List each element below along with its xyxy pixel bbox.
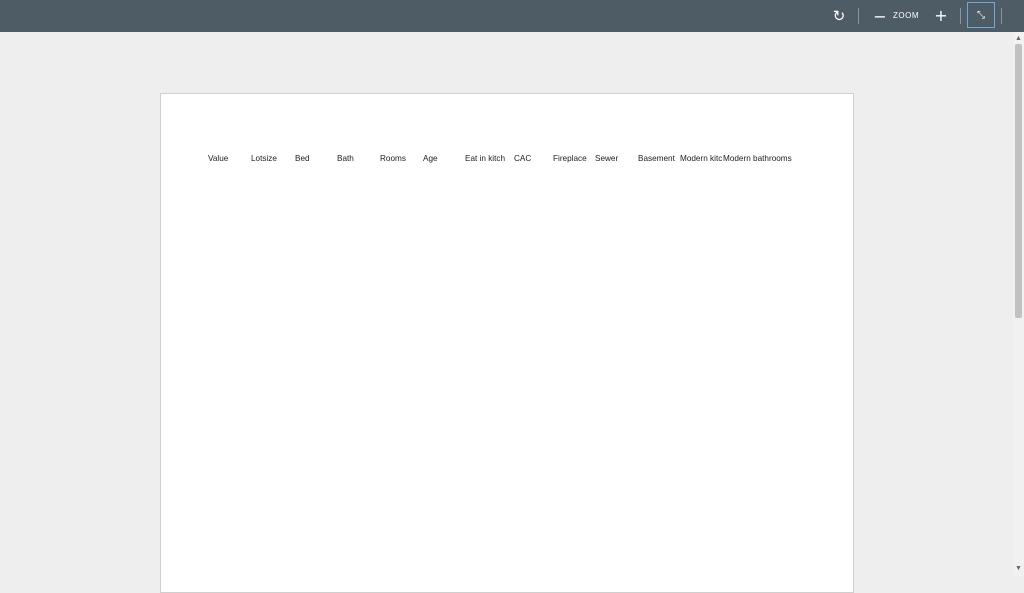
reload-icon[interactable]: ↻: [829, 6, 849, 26]
vertical-scrollbar[interactable]: ▲ ▼: [1013, 32, 1024, 576]
spreadsheet-page: Value Lotsize Bed Bath Rooms Age Eat in kitch C…: [160, 93, 854, 593]
document-viewer[interactable]: Value Lotsize Bed Bath Rooms Age Eat in kitch C…: [0, 32, 1024, 593]
column-header: Rooms: [380, 154, 406, 163]
column-header: Modern kitc: [680, 154, 723, 163]
collapse-icon[interactable]: ⤡: [967, 2, 995, 28]
scroll-thumb[interactable]: [1015, 44, 1022, 318]
column-header: Eat in kitch: [465, 154, 506, 163]
column-header: Fireplace: [553, 154, 587, 163]
column-header: CAC: [514, 154, 532, 163]
zoom-label: ZOOM: [893, 11, 919, 20]
column-header: Basement: [638, 154, 675, 163]
column-header: Modern bathrooms: [723, 154, 792, 163]
scroll-down-arrow-icon[interactable]: ▼: [1013, 564, 1024, 574]
column-header: Bed: [295, 154, 310, 163]
scroll-up-arrow-icon[interactable]: ▲: [1013, 34, 1024, 44]
toolbar-divider: [960, 8, 961, 24]
column-header: Age: [423, 154, 438, 163]
zoom-in-button[interactable]: +: [933, 5, 949, 25]
column-header: Lotsize: [251, 154, 277, 163]
column-header: Value: [208, 154, 229, 163]
column-header: Sewer: [595, 154, 619, 163]
zoom-out-button[interactable]: −: [872, 6, 888, 26]
toolbar-divider: [1001, 8, 1002, 24]
viewer-toolbar: ↻ − ZOOM + ⤡: [0, 0, 1024, 32]
toolbar-divider: [858, 8, 859, 24]
column-header: Bath: [337, 154, 354, 163]
